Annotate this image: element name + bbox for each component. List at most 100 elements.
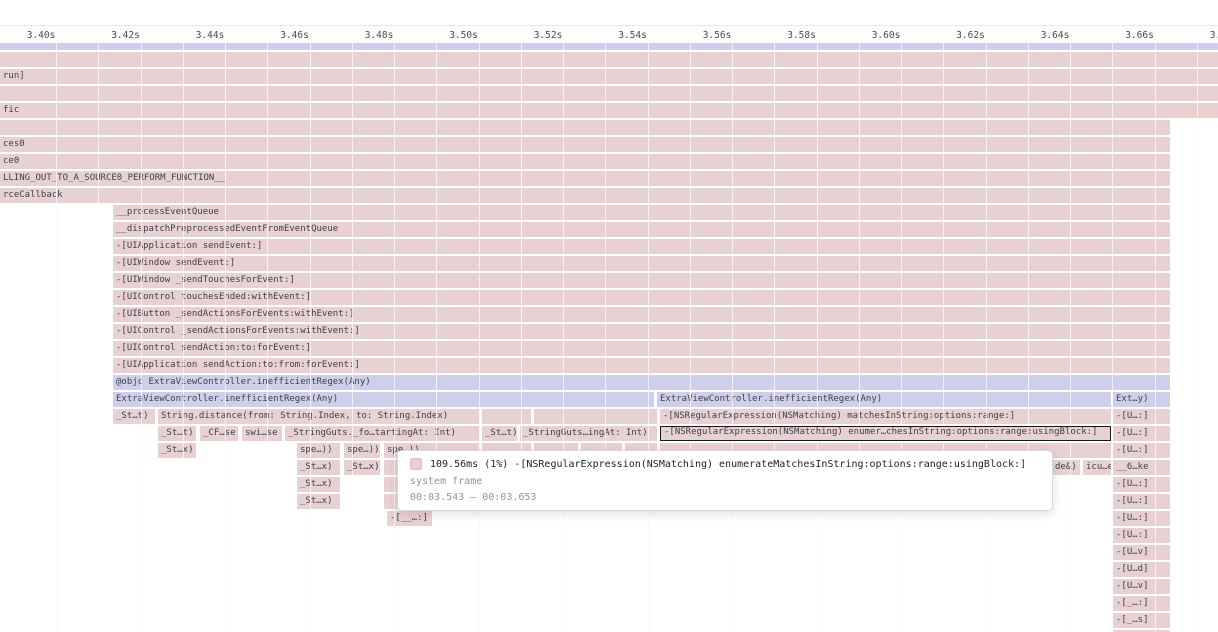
flame-frame[interactable]: -[UIControl _sendActionsForEvents:withEv… xyxy=(113,324,1170,339)
gridline-overlay xyxy=(1028,43,1029,632)
gridline-overlay xyxy=(1112,43,1113,632)
flame-frame-label: -[_…s] xyxy=(1113,613,1170,628)
flame-frame[interactable] xyxy=(0,120,1170,135)
gridline-overlay xyxy=(690,43,691,632)
flame-frame[interactable]: -[U…:] xyxy=(1113,511,1170,526)
flame-frame[interactable]: -[U…:] xyxy=(1113,477,1170,492)
tooltip-time-range: 00:03.543 — 00:03.653 xyxy=(410,492,1040,503)
flame-frame[interactable]: _StringGuts…ingAt: Int) xyxy=(520,426,657,441)
flame-frame[interactable]: -[UIWindow _sendTouchesForEvent:] xyxy=(113,273,1170,288)
flame-frame[interactable]: de&) xyxy=(1052,460,1080,475)
flame-frame[interactable]: _St…t) xyxy=(158,426,196,441)
tooltip-symbol: -[NSRegularExpression(NSMatching) enumer… xyxy=(514,459,1026,470)
flame-frame-label: rceCallback xyxy=(0,188,1170,203)
flame-frame[interactable]: _St…x) xyxy=(344,460,380,475)
flame-frame-label: _StringGuts._fo…tartingAt: Int) xyxy=(285,426,479,441)
flame-frame[interactable]: _St…x) xyxy=(158,443,196,458)
gridline-overlay xyxy=(901,43,902,632)
flame-frame-label: -[U…:] xyxy=(1113,409,1170,424)
flame-frame-label: _St…t) xyxy=(482,426,517,441)
flame-frame[interactable]: icu…e&) xyxy=(1083,460,1111,475)
flame-frame-label: LLING_OUT_TO_A_SOURCE0_PERFORM_FUNCTION_… xyxy=(0,171,1170,186)
flame-frame[interactable]: String.distance(from: String.Index, to: … xyxy=(158,409,479,424)
flame-frame-label: ces0 xyxy=(0,137,1170,152)
flame-frame-label: -[UIControl sendAction:to:forEvent:] xyxy=(113,341,1170,356)
flame-frame[interactable]: __dispatchPreprocessedEventFromEventQueu… xyxy=(113,222,1170,237)
flame-frame[interactable]: _St…x) xyxy=(297,477,340,492)
flame-frame[interactable]: -[UIControl touchesEnded:withEvent:] xyxy=(113,290,1170,305)
flame-frame-label: -[UIControl touchesEnded:withEvent:] xyxy=(113,290,1170,305)
flame-frame-label: ExtraViewController.inefficientRegex(Any… xyxy=(657,392,1111,407)
flame-frame[interactable]: _StringGuts._fo…tartingAt: Int) xyxy=(285,426,479,441)
flame-frame-label: String.distance(from: String.Index, to: … xyxy=(158,409,479,424)
flame-frame[interactable]: -[UIWindow sendEvent:] xyxy=(113,256,1170,271)
gridline-overlay xyxy=(436,43,437,632)
gridline-overlay xyxy=(605,43,606,632)
flame-frame[interactable]: -[U…d] xyxy=(1113,562,1170,577)
flame-frame-label: _St…t) xyxy=(158,426,196,441)
flame-frame[interactable] xyxy=(534,409,657,424)
flame-frame[interactable]: _CF…se xyxy=(200,426,238,441)
flame-frame[interactable]: Ext…y) xyxy=(1113,392,1170,407)
flame-frame-label: __processEventQueue xyxy=(113,205,1170,220)
flame-frame-label: _St…x) xyxy=(297,494,340,509)
flame-frame-label: -[_…:] xyxy=(1113,596,1170,611)
flame-frame[interactable]: _St…t) xyxy=(482,426,517,441)
flame-frame[interactable]: -[_…s] xyxy=(1113,613,1170,628)
flame-frame[interactable]: ExtraViewController.inefficientRegex(Any… xyxy=(657,392,1111,407)
flame-frame-label: -[U…:] xyxy=(1113,528,1170,543)
flame-frame[interactable]: @objc ExtraViewController.inefficientReg… xyxy=(113,375,1170,390)
flame-frame-label: __dispatchPreprocessedEventFromEventQueu… xyxy=(113,222,1170,237)
flame-frame[interactable]: ce0 xyxy=(0,154,1170,169)
flame-frame-label: spe…)) xyxy=(344,443,380,458)
flame-frame[interactable]: _St…t) xyxy=(113,409,155,424)
selected-flame-frame[interactable]: -[NSRegularExpression(NSMatching) enumer… xyxy=(660,426,1111,441)
flame-frame[interactable]: spe…)) xyxy=(344,443,380,458)
gridline-overlay xyxy=(1155,43,1156,632)
flame-frame[interactable]: __processEventQueue xyxy=(113,205,1170,220)
flame-frame[interactable]: rceCallback xyxy=(0,188,1170,203)
flame-frame-label: _St…x) xyxy=(297,460,340,475)
flame-frame-label: Ext…y) xyxy=(1113,392,1170,407)
flame-frame[interactable]: -[U…v] xyxy=(1113,545,1170,560)
gridline-overlay xyxy=(986,43,987,632)
flame-frame-label: -[U…:] xyxy=(1113,426,1170,441)
flame-frame[interactable]: LLING_OUT_TO_A_SOURCE0_PERFORM_FUNCTION_… xyxy=(0,171,1170,186)
flame-frame[interactable]: -[UIControl sendAction:to:forEvent:] xyxy=(113,341,1170,356)
flame-frame-label: -[UIWindow sendEvent:] xyxy=(113,256,1170,271)
frame-color-swatch-icon xyxy=(410,458,422,470)
flame-frame[interactable]: -[U…:] xyxy=(1113,409,1170,424)
flame-frame[interactable]: -[UIButton _sendActionsForEvents:withEve… xyxy=(113,307,1170,322)
flame-frame-label: _St…x) xyxy=(158,443,196,458)
flame-frame-label: de&) xyxy=(1052,460,1080,475)
flame-frame[interactable]: _St…x) xyxy=(297,460,340,475)
flame-frame-label: _St…x) xyxy=(297,477,340,492)
flame-frame[interactable]: ExtraViewController.inefficientRegex(Any… xyxy=(113,392,654,407)
flame-frame[interactable]: -[UIApplication sendEvent:] xyxy=(113,239,1170,254)
flame-frame[interactable]: -[U…:] xyxy=(1113,443,1170,458)
flame-frame[interactable]: __6…ke xyxy=(1113,460,1170,475)
gridline-overlay xyxy=(225,43,226,632)
flame-frame[interactable]: spe…)) xyxy=(297,443,340,458)
flame-frame[interactable]: -[_…:] xyxy=(1113,596,1170,611)
flame-frame[interactable]: -[UIApplication sendAction:to:from:forEv… xyxy=(113,358,1170,373)
gridline-overlay xyxy=(310,43,311,632)
flame-frame-label: _StringGuts…ingAt: Int) xyxy=(520,426,657,441)
flame-frame[interactable]: -[U…:] xyxy=(1113,426,1170,441)
flame-frame[interactable]: -[NSRegularExpression(NSMatching) matche… xyxy=(660,409,1111,424)
gridline-overlay xyxy=(859,43,860,632)
flame-frame-label: -[U…v] xyxy=(1113,545,1170,560)
flame-frame-label: __6…ke xyxy=(1113,460,1170,475)
flame-frame[interactable]: -[U…v] xyxy=(1113,579,1170,594)
flame-frame-label: -[U…:] xyxy=(1113,494,1170,509)
flame-frame[interactable] xyxy=(482,409,531,424)
flame-frame[interactable]: -[U…:] xyxy=(1113,528,1170,543)
gridline-overlay xyxy=(1197,43,1198,632)
flame-frame[interactable]: -[U…:] xyxy=(1113,494,1170,509)
tooltip-percent: (1%) xyxy=(484,459,508,470)
flame-frame[interactable]: swi…se xyxy=(242,426,282,441)
flame-frame-label: -[UIButton _sendActionsForEvents:withEve… xyxy=(113,307,1170,322)
flame-frame[interactable]: ces0 xyxy=(0,137,1170,152)
gridline-overlay xyxy=(352,43,353,632)
flame-frame[interactable]: _St…x) xyxy=(297,494,340,509)
